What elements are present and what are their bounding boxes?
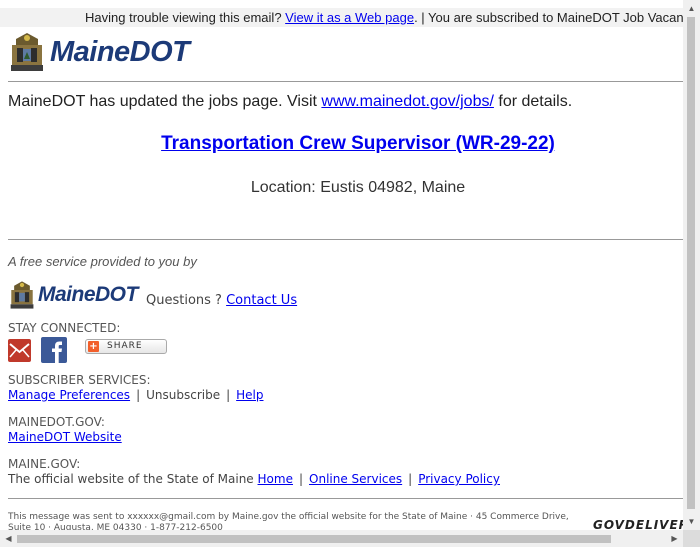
vertical-scrollbar[interactable]: ▲ ▼ bbox=[683, 0, 700, 530]
maine-seal-icon bbox=[11, 33, 43, 71]
footer-divider bbox=[8, 239, 683, 240]
intro-text-before: MaineDOT has updated the jobs page. Visi… bbox=[8, 93, 322, 110]
footer-logo[interactable]: MaineDOT bbox=[8, 280, 138, 310]
scroll-right-icon[interactable]: ▶ bbox=[666, 530, 683, 547]
questions-line: Questions ? Contact Us bbox=[146, 293, 297, 308]
jobs-page-link[interactable]: www.mainedot.gov/jobs/ bbox=[321, 93, 494, 110]
contact-us-link[interactable]: Contact Us bbox=[226, 293, 297, 308]
mainedot-logo-text: MaineDOT bbox=[50, 35, 190, 68]
horizontal-scroll-thumb[interactable] bbox=[17, 535, 611, 543]
plus-icon: + bbox=[88, 340, 99, 352]
maine-gov-links: The official website of the State of Mai… bbox=[8, 472, 500, 486]
official-text: The official website of the State of Mai… bbox=[8, 472, 254, 486]
header-divider bbox=[8, 81, 683, 82]
questions-label: Questions ? bbox=[146, 293, 222, 308]
facebook-icon[interactable] bbox=[41, 337, 67, 363]
maine-seal-icon bbox=[10, 281, 34, 309]
job-title-link[interactable]: Transportation Crew Supervisor (WR-29-22… bbox=[161, 133, 555, 154]
online-services-link[interactable]: Online Services bbox=[309, 472, 402, 486]
intro-text-after: for details. bbox=[493, 93, 573, 110]
mainedot-website-link[interactable]: MaineDOT Website bbox=[8, 430, 122, 444]
intro-text: MaineDOT has updated the jobs page. Visi… bbox=[8, 93, 572, 111]
topbar-prefix: Having trouble viewing this email? bbox=[85, 10, 282, 25]
footer-logo-text: MaineDOT bbox=[38, 283, 138, 306]
subscriber-services-label: SUBSCRIBER SERVICES: bbox=[8, 373, 151, 387]
home-link[interactable]: Home bbox=[258, 472, 293, 486]
privacy-policy-link[interactable]: Privacy Policy bbox=[418, 472, 500, 486]
job-location: Location: Eustis 04982, Maine bbox=[250, 179, 466, 196]
vertical-scroll-thumb[interactable] bbox=[687, 17, 695, 509]
help-link[interactable]: Help bbox=[236, 388, 263, 402]
email-topbar: Having trouble viewing this email? View … bbox=[0, 8, 683, 27]
horizontal-scrollbar[interactable]: ◀ ▶ bbox=[0, 530, 700, 547]
scroll-left-icon[interactable]: ◀ bbox=[0, 530, 17, 547]
share-label: SHARE bbox=[107, 341, 143, 351]
manage-preferences-link[interactable]: Manage Preferences bbox=[8, 388, 130, 402]
email-body: Having trouble viewing this email? View … bbox=[0, 0, 683, 530]
email-icon[interactable] bbox=[8, 338, 31, 362]
govdelivery-logo: GOVDELIVERY bbox=[593, 518, 683, 530]
share-button[interactable]: + SHARE bbox=[85, 338, 167, 354]
disclaimer-divider bbox=[8, 498, 683, 499]
mainedot-gov-label: MAINEDOT.GOV: bbox=[8, 415, 105, 429]
view-web-page-link[interactable]: View it as a Web page bbox=[285, 10, 414, 25]
scroll-up-icon[interactable]: ▲ bbox=[683, 0, 700, 17]
topbar-suffix: . | You are subscribed to MaineDOT Job V… bbox=[414, 10, 683, 25]
scroll-down-icon[interactable]: ▼ bbox=[683, 513, 700, 530]
subscriber-links: Manage Preferences | Unsubscribe | Help bbox=[8, 388, 264, 402]
header-logo[interactable]: MaineDOT bbox=[8, 31, 190, 73]
maine-gov-label: MAINE.GOV: bbox=[8, 457, 81, 471]
job-title: Transportation Crew Supervisor (WR-29-22… bbox=[0, 133, 683, 155]
stay-connected-label: STAY CONNECTED: bbox=[8, 321, 121, 335]
disclaimer-text: This message was sent to xxxxxx@gmail.co… bbox=[8, 512, 569, 530]
free-service-text: A free service provided to you by bbox=[8, 254, 197, 269]
scrollbar-corner bbox=[683, 530, 700, 547]
mainedot-website-line: MaineDOT Website bbox=[8, 430, 122, 444]
social-icons: + SHARE bbox=[8, 337, 167, 363]
unsubscribe-link[interactable]: Unsubscribe bbox=[146, 388, 220, 402]
